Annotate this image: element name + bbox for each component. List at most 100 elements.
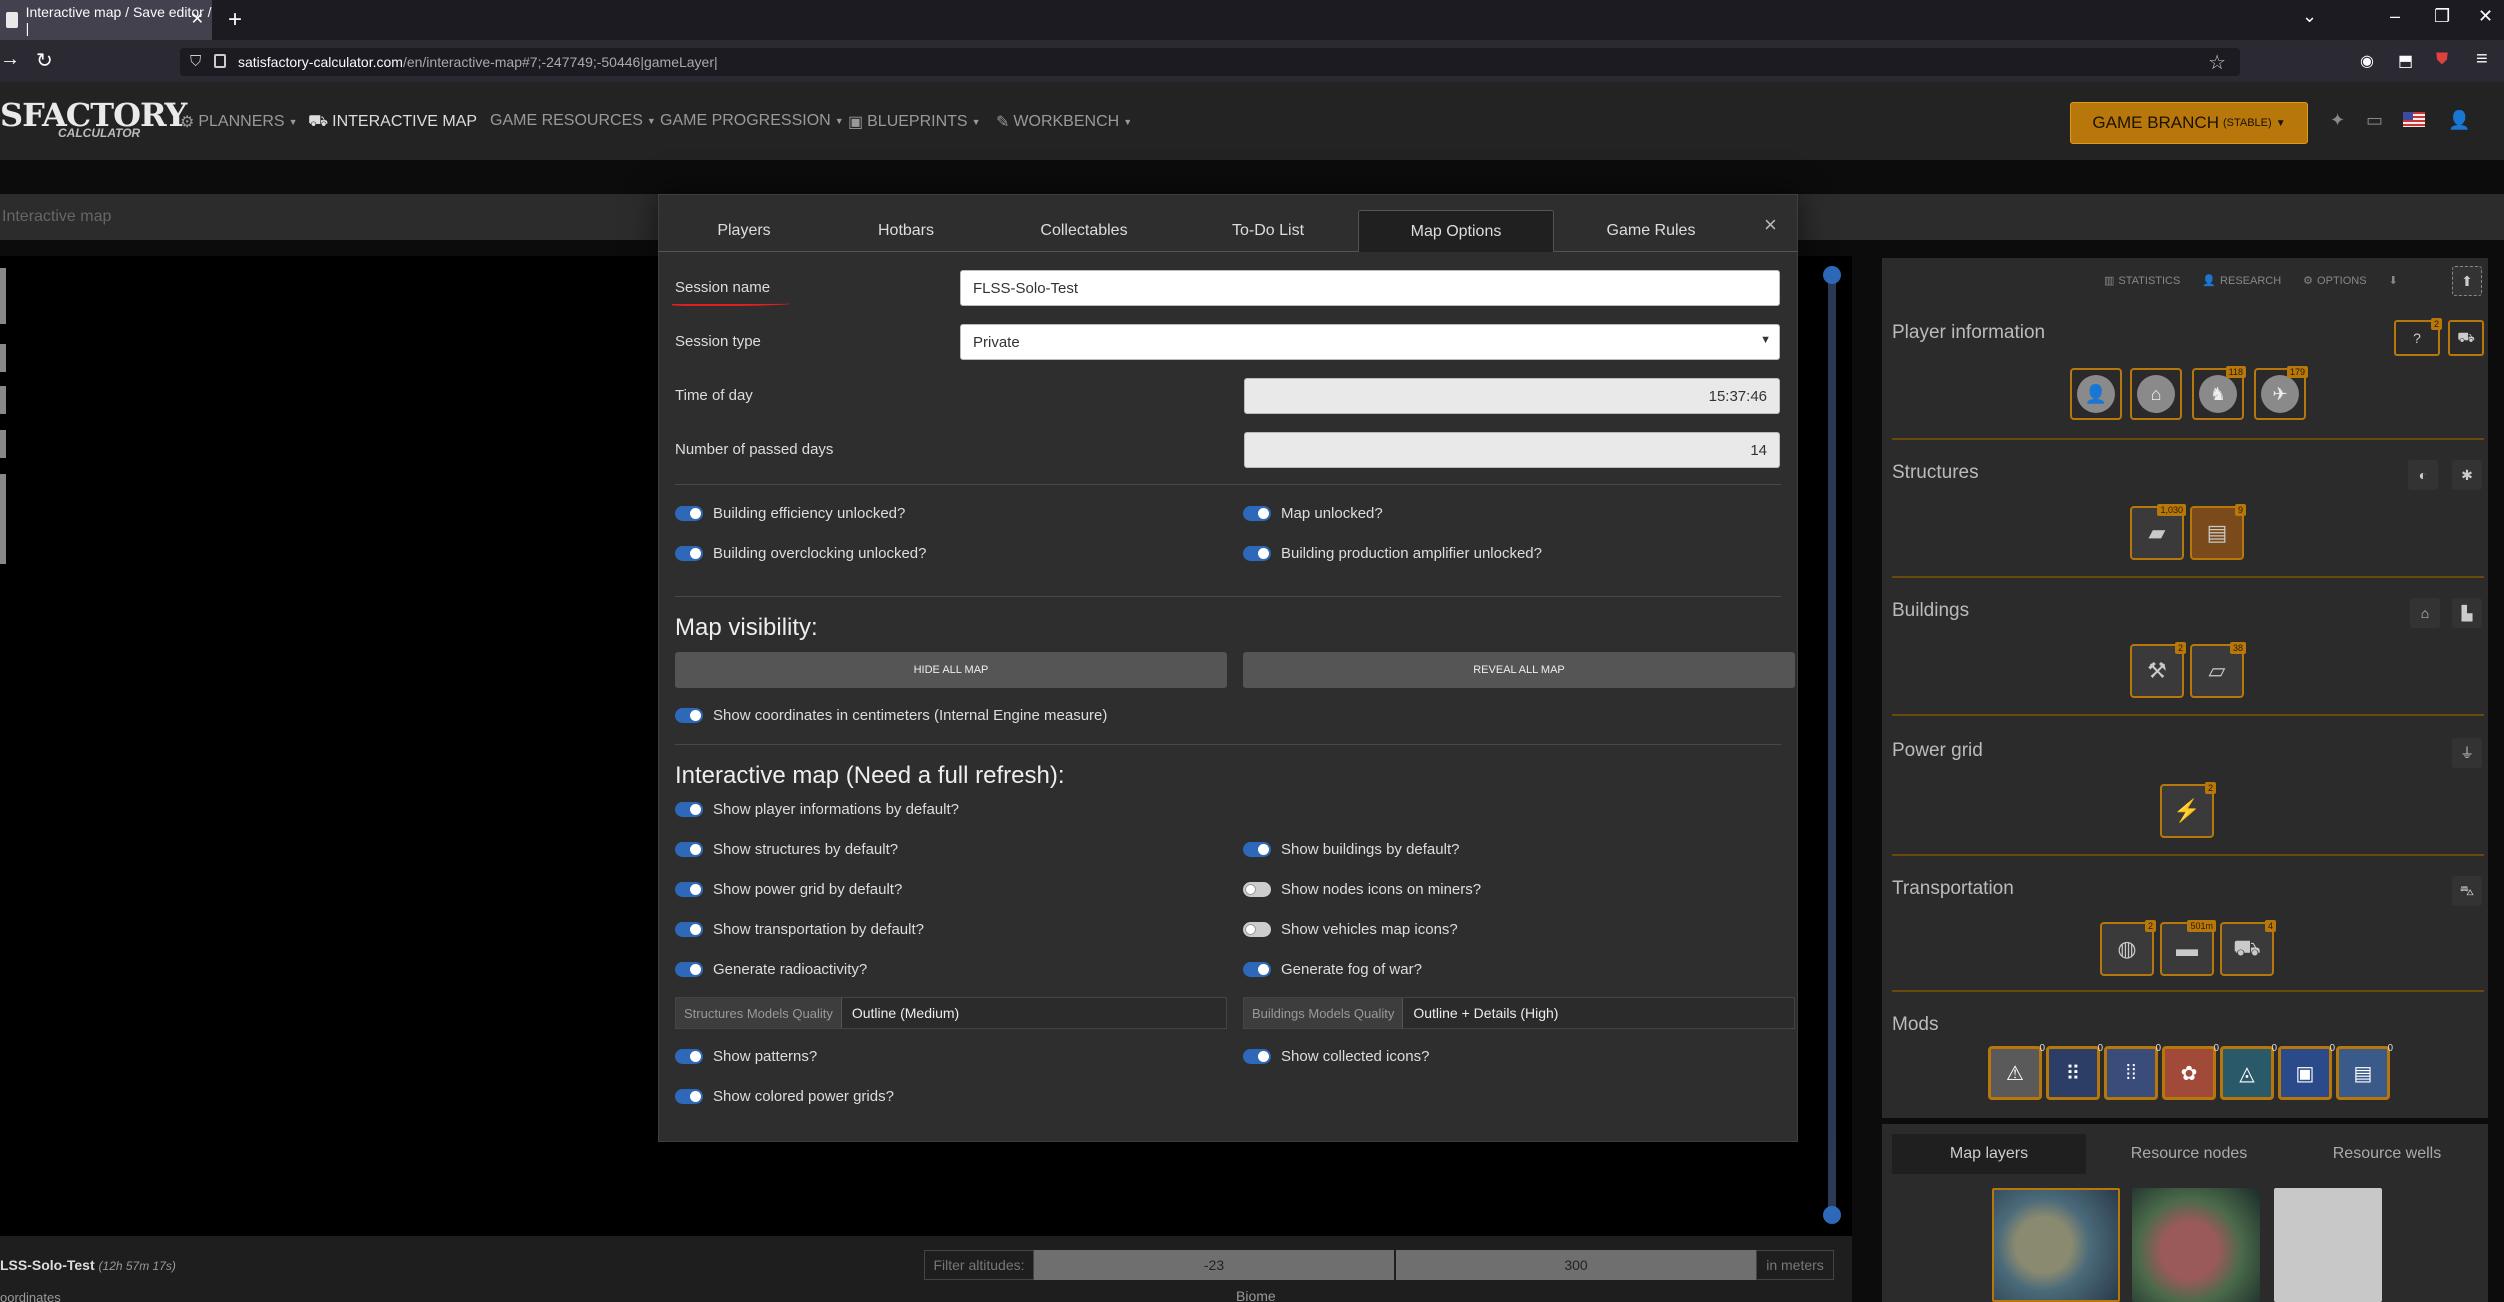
mod-button[interactable]: ▣ 0	[2278, 1043, 2335, 1100]
menu-workbench[interactable]: ✎ WORKBENCH ▼	[996, 112, 1132, 132]
session-name-input[interactable]: FLSS-Solo-Test	[960, 270, 1780, 306]
map-layer-blank-thumb[interactable]	[2274, 1188, 2382, 1302]
menu-game-resources[interactable]: GAME RESOURCES ▼	[490, 112, 656, 130]
tab-hotbars[interactable]: Hotbars	[826, 210, 986, 252]
map-control-button[interactable]	[0, 386, 6, 414]
switch-on[interactable]	[1243, 546, 1271, 561]
forward-icon[interactable]: →	[0, 48, 20, 71]
map-control-button[interactable]	[0, 344, 6, 372]
reveal-all-map-button[interactable]: REVEAL ALL MAP	[1243, 652, 1795, 688]
minimize-icon[interactable]: –	[2390, 6, 2400, 27]
map-layer-game-thumb[interactable]	[1992, 1188, 2120, 1302]
lock-icon[interactable]	[214, 54, 226, 68]
toggle-fog-of-war[interactable]: Generate fog of war?	[1243, 961, 1422, 978]
us-flag-icon[interactable]	[2403, 112, 2425, 127]
toggle-vehicles[interactable]: Show vehicles map icons?	[1243, 921, 1458, 938]
toggle-coords-centimeters[interactable]: Show coordinates in centimeters (Interna…	[675, 707, 1107, 724]
session-type-select[interactable]: Private ▼	[960, 324, 1780, 360]
switch-on[interactable]	[1243, 1049, 1271, 1064]
options-button[interactable]: ⚙ OPTIONS	[2303, 274, 2366, 288]
menu-blueprints[interactable]: ▣ BLUEPRINTS ▼	[848, 112, 981, 132]
toggle-player-info[interactable]: Show player informations by default?	[675, 801, 959, 818]
zoom-slider-handle[interactable]	[1823, 1206, 1841, 1224]
modal-close-icon[interactable]: ×	[1764, 212, 1777, 238]
address-bar[interactable]: ⛉ satisfactory-calculator.com /en/intera…	[180, 48, 2240, 76]
menu-interactive-map[interactable]: ⛟ INTERACTIVE MAP	[308, 112, 477, 132]
transport-rail-button[interactable]: ▬ 501m	[2160, 920, 2216, 976]
tab-todo-list[interactable]: To-Do List	[1184, 210, 1352, 252]
factory-icon[interactable]: ▙	[2452, 598, 2482, 628]
tab-resource-nodes[interactable]: Resource nodes	[2092, 1134, 2286, 1174]
switch-on[interactable]	[1243, 506, 1271, 521]
plug-icon[interactable]: ⏚	[2452, 738, 2482, 768]
twitter-icon[interactable]: ✦	[2330, 110, 2345, 131]
download-icon[interactable]: ⬇	[2389, 274, 2398, 287]
switch-off[interactable]	[1243, 922, 1271, 937]
mod-button[interactable]: ✿ 0	[2162, 1043, 2219, 1100]
tab-collectables[interactable]: Collectables	[986, 210, 1182, 252]
menu-planners[interactable]: ⚙ PLANNERS ▼	[180, 112, 298, 132]
switch-on[interactable]	[1243, 842, 1271, 857]
switch-on[interactable]	[675, 922, 703, 937]
tab-close-icon[interactable]: ✕	[191, 9, 204, 29]
account-icon[interactable]: ◉	[2360, 51, 2374, 71]
mod-button[interactable]: ⁞⁞ 0	[2104, 1043, 2161, 1100]
switch-on[interactable]	[675, 1089, 703, 1104]
toggle-transportation[interactable]: Show transportation by default?	[675, 921, 924, 938]
altitude-min-handle[interactable]: -23	[1034, 1250, 1394, 1280]
buildings-quality-select[interactable]: Buildings Models Quality Outline + Detai…	[1243, 997, 1795, 1029]
mod-button[interactable]: ◬ 0	[2220, 1043, 2277, 1100]
toggle-power-grid[interactable]: Show power grid by default?	[675, 881, 902, 898]
garage-icon[interactable]: ⌂	[2410, 598, 2440, 628]
bookmark-star-icon[interactable]: ☆	[2208, 50, 2226, 75]
hide-all-map-button[interactable]: HIDE ALL MAP	[675, 652, 1227, 688]
tab-list-icon[interactable]: ⌄	[2302, 6, 2317, 27]
power-generator-button[interactable]: ⚡ 2	[2160, 782, 2216, 838]
mod-button[interactable]: ▤ 0	[2336, 1043, 2393, 1100]
zoom-slider-handle[interactable]	[1823, 266, 1841, 284]
tab-resource-wells[interactable]: Resource wells	[2290, 1134, 2484, 1174]
transport-vehicle-button[interactable]: ⛟ 4	[2220, 920, 2276, 976]
toggle-collected-icons[interactable]: Show collected icons?	[1243, 1048, 1429, 1065]
browser-tab[interactable]: Interactive map / Save editor / | ✕	[0, 0, 212, 40]
shield-icon[interactable]: ⛉	[190, 53, 201, 70]
toggle-building-efficiency[interactable]: Building efficiency unlocked?	[675, 505, 905, 522]
mod-button[interactable]: ⠿ 0	[2046, 1043, 2103, 1100]
maximize-icon[interactable]: ❐	[2434, 6, 2450, 27]
structure-foundation-button[interactable]: ▰ 1,030	[2130, 504, 2186, 560]
vehicle-icon[interactable]: ⛟	[2448, 320, 2484, 356]
structure-wall-button[interactable]: ▤ 9	[2190, 504, 2246, 560]
upload-icon[interactable]: ⬆	[2452, 266, 2482, 296]
tab-map-options[interactable]: Map Options	[1358, 210, 1554, 252]
statistics-button[interactable]: ▥ STATISTICS	[2104, 274, 2180, 288]
mod-button[interactable]: ⚠ 0	[1988, 1043, 2045, 1100]
map-control-button[interactable]	[0, 268, 6, 324]
window-close-icon[interactable]: ✕	[2478, 6, 2493, 27]
switch-off[interactable]	[1243, 882, 1271, 897]
switch-on[interactable]	[675, 802, 703, 817]
extensions-icon[interactable]: ⬒	[2398, 51, 2413, 71]
menu-icon[interactable]: ≡	[2476, 48, 2488, 71]
toggle-buildings[interactable]: Show buildings by default?	[1243, 841, 1459, 858]
altitude-max-handle[interactable]: 300	[1396, 1250, 1756, 1280]
building-miner-button[interactable]: ⚒ 2	[2130, 642, 2186, 698]
bug-icon[interactable]: ✱	[2452, 460, 2482, 490]
zoom-slider-track[interactable]	[1828, 268, 1836, 1218]
tab-players[interactable]: Players	[664, 210, 824, 252]
tab-game-rules[interactable]: Game Rules	[1556, 210, 1746, 252]
game-branch-button[interactable]: GAME BRANCH (STABLE) ▼	[2070, 102, 2308, 144]
switch-on[interactable]	[675, 708, 703, 723]
player-stat-button[interactable]: ♞ 118	[2192, 366, 2246, 420]
ublock-icon[interactable]: ⛊	[2436, 51, 2448, 69]
structures-quality-select[interactable]: Structures Models Quality Outline (Mediu…	[675, 997, 1227, 1029]
map-layer-realistic-thumb[interactable]	[2132, 1188, 2260, 1302]
switch-on[interactable]	[675, 842, 703, 857]
player-home-button[interactable]: ⌂	[2130, 368, 2182, 420]
new-tab-button[interactable]: +	[228, 6, 242, 34]
building-conveyor-button[interactable]: ▱ 38	[2190, 642, 2246, 698]
menu-game-progression[interactable]: GAME PROGRESSION ▼	[660, 112, 844, 130]
toggle-colored-power-grids[interactable]: Show colored power grids?	[675, 1088, 894, 1105]
switch-on[interactable]	[675, 1049, 703, 1064]
palette-icon[interactable]: ◐	[2408, 460, 2438, 490]
transport-station-button[interactable]: ◍ 2	[2100, 920, 2156, 976]
